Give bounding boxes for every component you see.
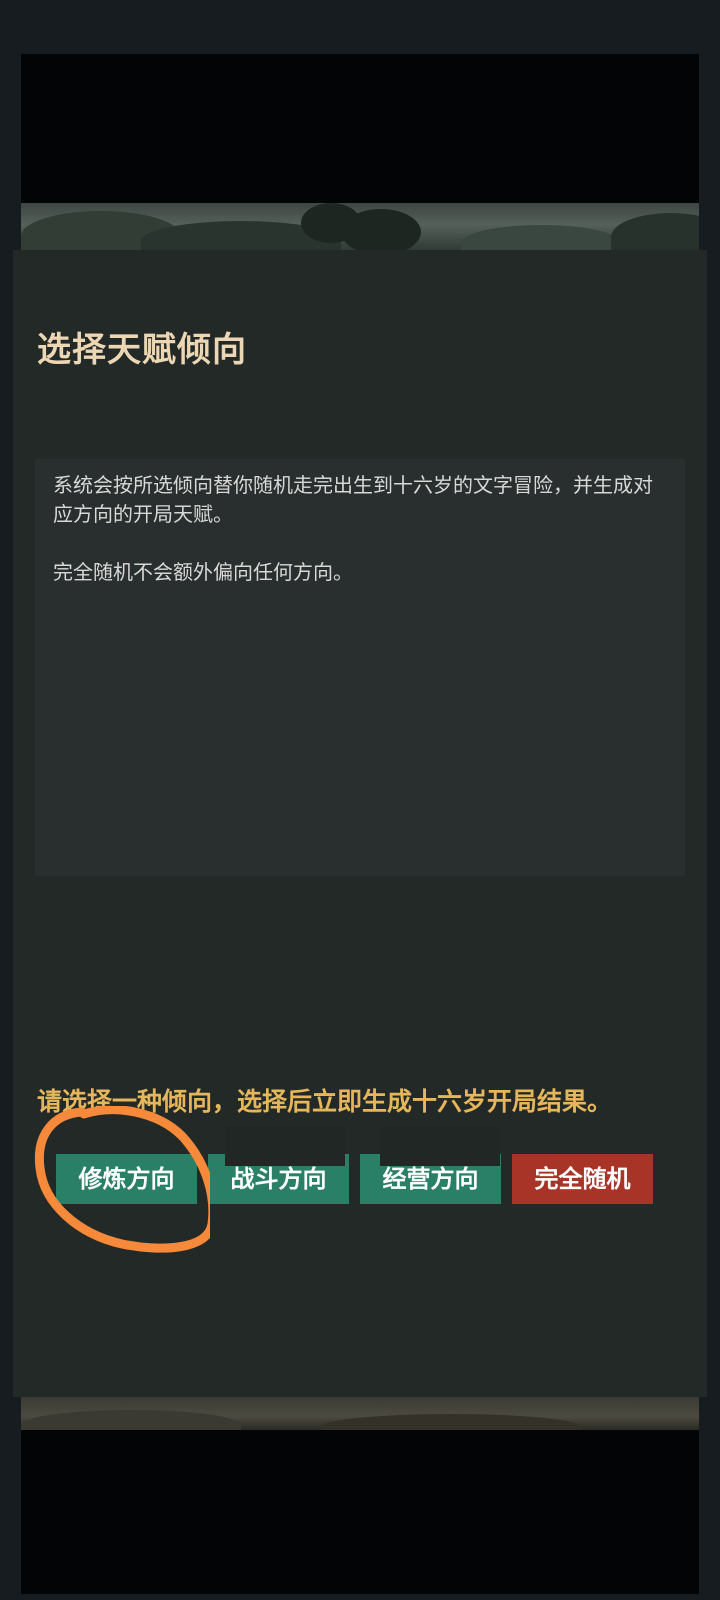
landscape-background-bottom bbox=[21, 1396, 699, 1430]
direction-buttons: 修炼方向 战斗方向 经营方向 完全随机 bbox=[13, 1154, 707, 1214]
description-line: 系统会按所选倾向替你随机走完出生到十六岁的文字冒险，并生成对应方向的开局天赋。 bbox=[53, 473, 653, 526]
description-box: 系统会按所选倾向替你随机走完出生到十六岁的文字冒险，并生成对应方向的开局天赋。 … bbox=[35, 459, 685, 876]
fully-random-button[interactable]: 完全随机 bbox=[512, 1154, 653, 1204]
talent-selection-dialog: 选择天赋倾向 系统会按所选倾向替你随机走完出生到十六岁的文字冒险，并生成对应方向… bbox=[13, 250, 707, 1397]
description-line: 完全随机不会额外偏向任何方向。 bbox=[53, 560, 353, 584]
selection-prompt: 请选择一种倾向，选择后立即生成十六岁开局结果。 bbox=[37, 1087, 613, 1116]
cultivation-direction-button[interactable]: 修炼方向 bbox=[56, 1154, 197, 1204]
landscape-background-top bbox=[21, 203, 699, 251]
faded-placeholder bbox=[225, 1126, 345, 1166]
dialog-title: 选择天赋倾向 bbox=[37, 330, 247, 370]
faded-placeholder bbox=[380, 1126, 500, 1166]
